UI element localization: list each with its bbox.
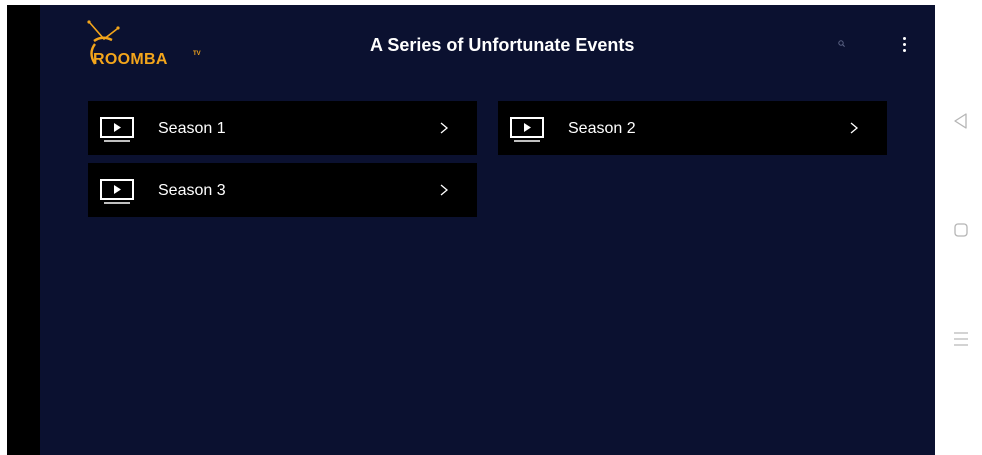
- season-card-3[interactable]: Season 3: [88, 163, 477, 217]
- tv-play-icon: [100, 117, 134, 142]
- menu-dot: [903, 49, 906, 52]
- back-triangle-icon: [954, 113, 967, 129]
- menu-dot: [903, 37, 906, 40]
- search-button[interactable]: [835, 37, 851, 53]
- chevron-right-icon: [440, 184, 449, 196]
- season-label: Season 1: [158, 120, 226, 137]
- system-back-button[interactable]: [950, 110, 972, 132]
- page-title: A Series of Unfortunate Events: [370, 35, 635, 55]
- system-recents-button[interactable]: [950, 328, 972, 350]
- more-options-button[interactable]: [900, 35, 910, 55]
- logo-superscript: TV: [193, 51, 201, 57]
- device-frame: ROOMBA TV A Series of Unfortunate Events: [7, 5, 935, 455]
- season-card-1[interactable]: Season 1: [88, 101, 477, 155]
- tv-play-icon: [510, 117, 544, 142]
- system-home-button[interactable]: [950, 219, 972, 241]
- app-logo[interactable]: ROOMBA TV: [82, 17, 212, 77]
- search-icon: [838, 40, 845, 47]
- recents-menu-icon: [954, 332, 968, 346]
- app-window: ROOMBA TV A Series of Unfortunate Events: [40, 5, 935, 455]
- chevron-right-icon: [850, 122, 859, 134]
- season-label: Season 2: [568, 120, 636, 137]
- logo-text: ROOMBA: [93, 51, 168, 68]
- season-card-2[interactable]: Season 2: [498, 101, 887, 155]
- tv-play-icon: [100, 179, 134, 204]
- menu-dot: [903, 43, 906, 46]
- home-square-icon: [954, 223, 968, 237]
- chevron-right-icon: [440, 122, 449, 134]
- season-label: Season 3: [158, 182, 226, 199]
- screen: ROOMBA TV A Series of Unfortunate Events: [0, 0, 982, 455]
